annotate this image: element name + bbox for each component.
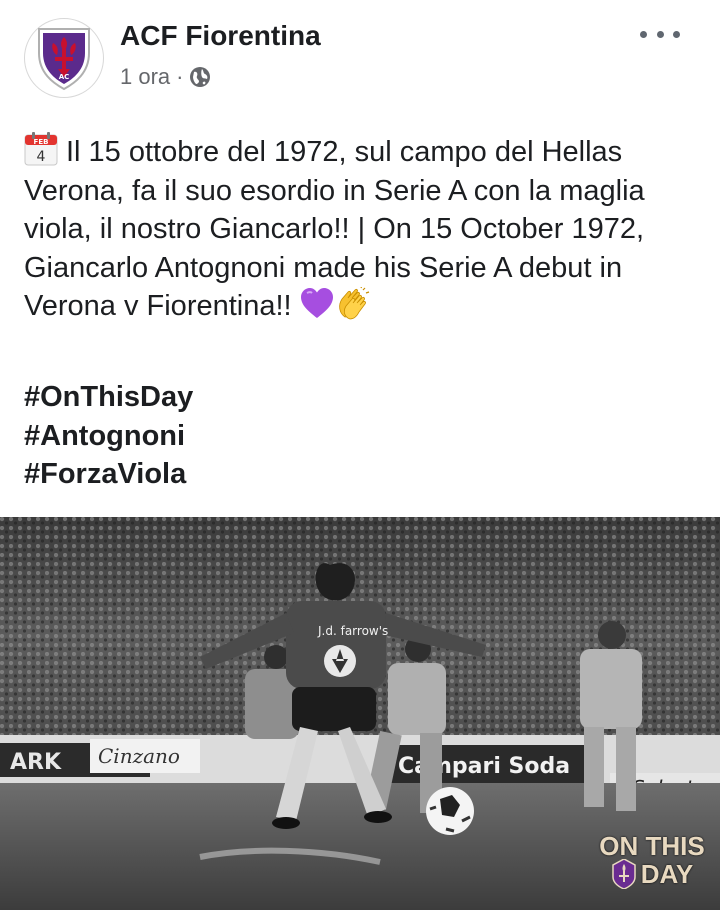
billboard-cinzano: Cinzano <box>98 744 180 768</box>
purple-heart-emoji <box>300 288 333 318</box>
badge-row: DAY <box>611 859 694 889</box>
billboard-text: ARK <box>10 750 62 775</box>
calendar-month: FEB <box>34 138 49 146</box>
calendar-emoji-icon: FEB 4 <box>24 132 58 166</box>
page-name[interactable]: ACF Fiorentina <box>120 20 321 52</box>
more-dot <box>673 30 680 38</box>
clapping-hands-emoji <box>338 287 369 320</box>
svg-text:AC: AC <box>59 73 70 81</box>
meta-separator: · <box>176 64 184 89</box>
hashtag-forzaviola[interactable]: #ForzaViola <box>24 455 193 494</box>
fiorentina-lily-icon <box>611 859 636 889</box>
more-dot <box>640 30 647 38</box>
hashtag-antognoni[interactable]: #Antognoni <box>24 417 193 456</box>
page-avatar[interactable]: AC <box>24 18 104 98</box>
shirt-sponsor: J.d. farrow's <box>317 624 388 638</box>
badge-line1: ON THIS <box>599 831 705 861</box>
more-dot <box>656 30 664 38</box>
post-message: FEB 4 Il 15 ottobre del 1972, sul campo … <box>24 132 704 326</box>
fiorentina-crest-icon: AC <box>38 28 90 91</box>
hashtag-onthisday[interactable]: #OnThisDay <box>24 378 193 417</box>
on-this-day-badge: ON THIS DAY <box>596 826 708 896</box>
post-meta: 1 ora · <box>120 64 211 90</box>
badge-line2: DAY <box>640 859 694 889</box>
calendar-day: 4 <box>37 149 46 165</box>
globe-icon <box>190 67 211 87</box>
post-photo[interactable]: ARK Cinzano Campari Soda Select <box>0 517 720 910</box>
hashtag-list: #OnThisDay #Antognoni #ForzaViola <box>24 378 193 494</box>
post-time[interactable]: 1 ora <box>120 64 170 90</box>
post-header: AC ACF Fiorentina 1 ora · <box>0 0 720 110</box>
post-text: Il 15 ottobre del 1972, sul campo del He… <box>24 136 645 322</box>
more-options-icon[interactable] <box>640 22 680 46</box>
